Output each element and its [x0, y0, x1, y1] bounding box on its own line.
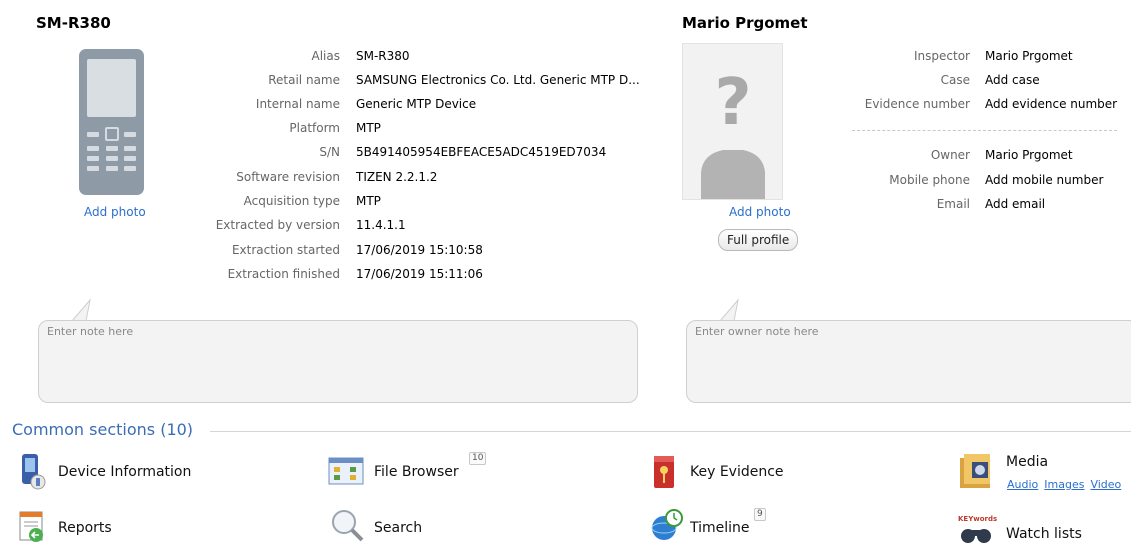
keywords-logo-text: KEYwords — [958, 515, 997, 523]
field-label-evidence-number: Evidence number — [864, 97, 970, 111]
field-value-extracted-by-version: 11.4.1.1 — [356, 218, 406, 232]
media-link-video[interactable]: Video — [1090, 478, 1121, 491]
note-tail-icon — [71, 298, 91, 322]
search-icon — [332, 510, 364, 542]
timeline-icon — [651, 509, 683, 540]
device-add-photo-link[interactable]: Add photo — [84, 205, 146, 219]
field-label-retail-name: Retail name — [268, 73, 340, 87]
add-evidence-number-link[interactable]: Add evidence number — [985, 97, 1117, 111]
field-value-retail-name: SAMSUNG Electronics Co. Ltd. Generic MTP… — [356, 73, 640, 87]
field-label-inspector: Inspector — [914, 49, 970, 63]
section-label: Media — [1006, 454, 1049, 470]
section-label: Reports — [58, 520, 112, 536]
field-label-acquisition-type: Acquisition type — [243, 194, 340, 208]
section-search[interactable]: Search — [326, 508, 586, 546]
phone-icon — [79, 49, 144, 195]
media-icon — [960, 454, 990, 488]
add-case-link[interactable]: Add case — [985, 73, 1040, 87]
field-value-acquisition-type: MTP — [356, 194, 381, 208]
field-label-alias: Alias — [311, 49, 340, 63]
file-browser-icon — [328, 457, 364, 485]
owner-field-labels: Inspector Case Evidence number Owner Mob… — [850, 49, 970, 219]
field-label-internal-name: Internal name — [255, 97, 340, 111]
timeline-count-badge: 9 — [754, 508, 766, 521]
device-note-placeholder: Enter note here — [47, 325, 134, 338]
section-label: File Browser — [374, 464, 459, 480]
field-label-mobile-phone: Mobile phone — [889, 173, 970, 187]
field-label-email: Email — [936, 197, 970, 211]
media-link-audio[interactable]: Audio — [1007, 478, 1038, 491]
field-label-software-revision: Software revision — [236, 170, 340, 184]
owner-add-photo-link[interactable]: Add photo — [729, 205, 791, 219]
device-info-icon — [22, 454, 46, 490]
full-profile-button[interactable]: Full profile — [718, 229, 799, 251]
device-field-labels: Alias Retail name Internal name Platform… — [200, 49, 340, 289]
field-label-serial: S/N — [319, 145, 340, 159]
section-reports[interactable]: Reports — [10, 508, 270, 546]
file-browser-count-badge: 10 — [469, 452, 487, 465]
device-title: SM-R380 — [36, 14, 111, 32]
section-label: Search — [374, 520, 423, 536]
owner-note-placeholder: Enter owner note here — [695, 325, 819, 338]
watch-lists-icon: KEYwords — [958, 515, 997, 543]
media-links: Audio Images Video — [1007, 478, 1127, 491]
add-email-link[interactable]: Add email — [985, 197, 1045, 211]
unknown-person-icon: ? — [701, 66, 765, 199]
field-value-inspector: Mario Prgomet — [985, 49, 1073, 63]
device-note-input[interactable]: Enter note here — [38, 320, 638, 403]
section-key-evidence[interactable]: Key Evidence — [646, 452, 906, 492]
section-label: Watch lists — [1006, 526, 1082, 542]
common-sections-title: Common sections (10) — [12, 420, 194, 439]
section-label: Timeline — [690, 520, 750, 536]
field-value-platform: MTP — [356, 121, 381, 135]
field-value-internal-name: Generic MTP Device — [356, 97, 477, 111]
section-watch-lists[interactable]: KEYwords Watch lists — [956, 512, 1131, 546]
media-link-images[interactable]: Images — [1044, 478, 1084, 491]
field-value-owner: Mario Prgomet — [985, 148, 1073, 162]
field-label-extracted-by-version: Extracted by version — [215, 218, 340, 232]
avatar: ? — [682, 43, 783, 200]
field-value-serial: 5B491405954EBFEACE5ADC4519ED7034 — [356, 145, 607, 159]
common-sections-divider — [210, 431, 1131, 432]
field-value-extraction-finished: 17/06/2019 15:11:06 — [356, 267, 483, 281]
key-evidence-icon — [654, 456, 674, 488]
field-label-extraction-started: Extraction started — [231, 243, 340, 257]
add-mobile-number-link[interactable]: Add mobile number — [985, 173, 1103, 187]
owner-note-tail-icon — [719, 298, 739, 322]
field-label-owner: Owner — [930, 148, 970, 162]
field-value-extraction-started: 17/06/2019 15:10:58 — [356, 243, 483, 257]
field-label-extraction-finished: Extraction finished — [227, 267, 340, 281]
owner-title: Mario Prgomet — [682, 14, 808, 32]
field-label-case: Case — [940, 73, 970, 87]
section-label: Key Evidence — [690, 464, 784, 480]
device-field-values: SM-R380 SAMSUNG Electronics Co. Ltd. Gen… — [356, 49, 656, 289]
section-device-information[interactable]: Device Information — [10, 452, 270, 492]
owner-field-values: Mario Prgomet Add case Add evidence numb… — [985, 49, 1125, 219]
field-label-platform: Platform — [289, 121, 340, 135]
field-value-alias: SM-R380 — [356, 49, 410, 63]
section-label: Device Information — [58, 464, 192, 480]
section-file-browser[interactable]: File Browser 10 — [326, 452, 586, 492]
owner-note-input[interactable]: Enter owner note here — [686, 320, 1131, 403]
field-value-software-revision: TIZEN 2.2.1.2 — [356, 170, 438, 184]
section-timeline[interactable]: Timeline 9 — [646, 506, 906, 546]
reports-icon — [19, 511, 43, 542]
svg-text:?: ? — [714, 66, 751, 140]
